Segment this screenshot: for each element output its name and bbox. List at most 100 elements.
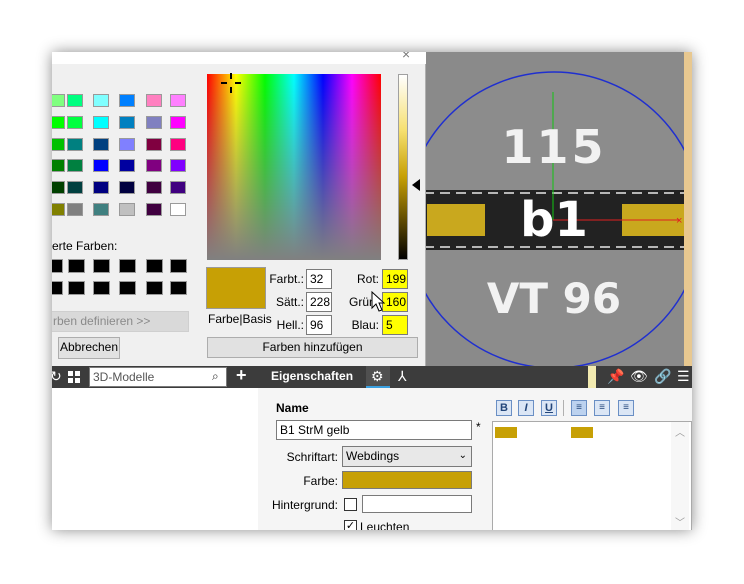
text-editor[interactable]: ︿ ﹀ (492, 421, 692, 530)
red-label: Rot: (356, 272, 379, 286)
glow-checkbox[interactable]: ✓ (344, 520, 357, 530)
green-input[interactable]: 160 (382, 292, 408, 312)
scrollbar[interactable]: ︿ ﹀ (671, 422, 689, 530)
basic-color-swatch[interactable] (67, 116, 83, 129)
color-field[interactable] (342, 471, 472, 489)
3d-viewport[interactable]: × 115 b1 VT 96 (424, 52, 692, 366)
basic-color-swatch[interactable] (170, 138, 186, 151)
custom-color-swatch[interactable] (68, 281, 85, 295)
align-center-icon[interactable]: ≡ (594, 400, 610, 416)
italic-button[interactable]: I (518, 400, 534, 416)
basic-color-swatch[interactable] (119, 159, 135, 172)
basic-color-swatch[interactable] (93, 203, 109, 216)
luminance-label: Hell.: (276, 318, 304, 332)
basic-color-swatch[interactable] (119, 116, 135, 129)
custom-colors-grid (52, 257, 202, 297)
basic-color-swatch[interactable] (93, 138, 109, 151)
custom-color-swatch[interactable] (146, 259, 163, 273)
basic-color-swatch[interactable] (170, 203, 186, 216)
basic-color-swatch[interactable] (170, 116, 186, 129)
basic-color-swatch[interactable] (93, 159, 109, 172)
basic-color-swatch[interactable] (119, 138, 135, 151)
basic-color-swatch[interactable] (170, 159, 186, 172)
custom-color-swatch[interactable] (93, 281, 110, 295)
basic-color-swatch[interactable] (93, 181, 109, 194)
basic-color-swatch[interactable] (52, 116, 65, 129)
settings-tab[interactable]: ⚙ (366, 366, 390, 388)
basic-color-swatch[interactable] (170, 94, 186, 107)
basic-color-swatch[interactable] (52, 138, 65, 151)
basic-color-swatch[interactable] (67, 181, 83, 194)
blue-input[interactable]: 5 (382, 315, 408, 335)
cancel-button[interactable]: Abbrechen (58, 337, 120, 359)
luminance-pointer-icon[interactable] (412, 179, 420, 191)
chevron-down-icon: ⌄ (458, 450, 467, 461)
basic-color-swatch[interactable] (119, 94, 135, 107)
background-color-field[interactable] (362, 495, 472, 513)
refresh-icon[interactable]: ↻ (52, 366, 62, 386)
luminance-input[interactable]: 96 (306, 315, 332, 335)
align-left-icon[interactable]: ≡ (571, 400, 587, 416)
basic-color-swatch[interactable] (146, 159, 162, 172)
menu-icon[interactable]: ☰ (677, 366, 690, 386)
basic-color-swatch[interactable] (146, 138, 162, 151)
search-input[interactable]: 3D-Modelle durchsuchen (89, 367, 227, 402)
grid-view-icon[interactable] (68, 371, 80, 383)
font-select[interactable]: Webdings ⌄ (342, 446, 472, 467)
basic-color-swatch[interactable] (146, 203, 162, 216)
chevron-down-icon[interactable]: ﹀ (675, 514, 685, 529)
custom-color-swatch[interactable] (170, 281, 187, 295)
required-mark: * (476, 420, 481, 434)
custom-color-swatch[interactable] (119, 259, 136, 273)
custom-color-swatch[interactable] (68, 259, 85, 273)
screenshot-frame: × 115 b1 VT 96 × erte Farben: rben defin… (52, 52, 692, 530)
red-input[interactable]: 199 (382, 269, 408, 289)
basic-color-swatch[interactable] (170, 181, 186, 194)
search-icon[interactable]: ⌕ (212, 369, 219, 384)
pin-icon[interactable]: 📌 (607, 366, 624, 386)
basic-color-swatch[interactable] (146, 94, 162, 107)
basic-color-swatch[interactable] (67, 159, 83, 172)
basic-color-swatch[interactable] (52, 181, 65, 194)
luminance-slider[interactable] (398, 74, 408, 260)
background-checkbox[interactable] (344, 498, 357, 511)
font-label: Schriftart: (286, 450, 338, 464)
name-input[interactable]: B1 StrM gelb (276, 420, 472, 440)
basic-color-swatch[interactable] (67, 203, 83, 216)
underline-button[interactable]: U (541, 400, 557, 416)
basic-color-swatch[interactable] (52, 203, 65, 216)
basic-color-swatch[interactable] (119, 181, 135, 194)
chevron-up-icon[interactable]: ︿ (675, 424, 685, 439)
saturation-input[interactable]: 228 (306, 292, 332, 312)
custom-color-swatch[interactable] (52, 259, 63, 273)
basic-color-swatch[interactable] (52, 159, 65, 172)
basic-color-swatch[interactable] (119, 203, 135, 216)
hierarchy-icon[interactable]: ⅄ (398, 366, 407, 386)
bold-button[interactable]: B (496, 400, 512, 416)
add-icon[interactable]: + (236, 365, 247, 385)
basic-color-swatch[interactable] (93, 94, 109, 107)
eye-icon[interactable]: 👁 (630, 366, 648, 386)
basic-color-swatch[interactable] (146, 116, 162, 129)
custom-color-swatch[interactable] (170, 259, 187, 273)
custom-color-swatch[interactable] (52, 281, 63, 295)
viewport-edge-strip (684, 52, 692, 366)
hue-input[interactable]: 32 (306, 269, 332, 289)
color-spectrum[interactable] (207, 74, 381, 260)
align-right-icon[interactable]: ≡ (618, 400, 634, 416)
basic-color-swatch[interactable] (67, 94, 83, 107)
sign-center-text: b1 (520, 192, 588, 248)
close-icon[interactable]: × (402, 52, 418, 62)
define-custom-colors-button[interactable]: rben definieren >> (52, 311, 189, 332)
basic-color-swatch[interactable] (67, 138, 83, 151)
link-icon[interactable]: 🔗 (654, 366, 671, 386)
color-preview (206, 267, 266, 309)
custom-color-swatch[interactable] (93, 259, 110, 273)
font-select-value: Webdings (346, 449, 400, 463)
add-to-custom-colors-button[interactable]: Farben hinzufügen (207, 337, 418, 358)
basic-color-swatch[interactable] (93, 116, 109, 129)
custom-color-swatch[interactable] (146, 281, 163, 295)
basic-color-swatch[interactable] (146, 181, 162, 194)
basic-color-swatch[interactable] (52, 94, 65, 107)
custom-color-swatch[interactable] (119, 281, 136, 295)
